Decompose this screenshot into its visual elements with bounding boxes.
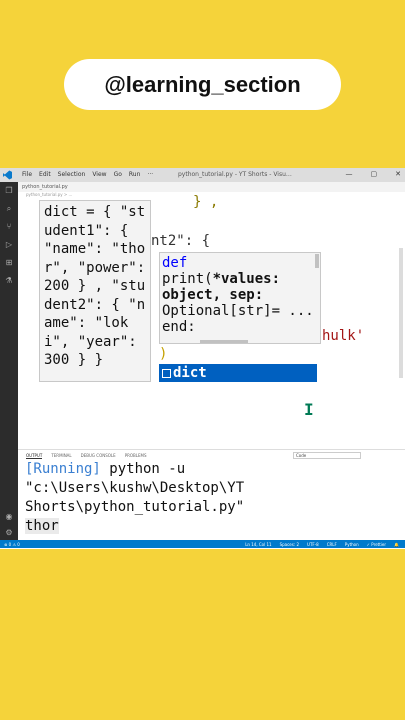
code-line: ) bbox=[159, 346, 168, 362]
menu-more[interactable]: ··· bbox=[147, 171, 153, 178]
tab-output[interactable]: OUTPUT bbox=[26, 453, 43, 459]
vscode-logo-icon bbox=[3, 170, 12, 180]
line-ending[interactable]: CRLF bbox=[327, 542, 337, 547]
hover-line: "name": "tho bbox=[44, 241, 146, 257]
hover-line: dict = { "st bbox=[44, 204, 146, 220]
output-panel: OUTPUT TERMINAL DEBUG CONSOLE PROBLEMS C… bbox=[18, 449, 405, 540]
menu-view[interactable]: View bbox=[92, 171, 106, 178]
editor-tabs: python_tutorial.py bbox=[18, 182, 405, 192]
signature-scrollbar[interactable] bbox=[315, 254, 319, 268]
extensions-icon[interactable]: ⊞ bbox=[4, 258, 14, 268]
hover-line: r", "power": bbox=[44, 259, 146, 276]
text-cursor-icon: I bbox=[304, 400, 314, 419]
maximize-icon[interactable]: ▢ bbox=[371, 170, 378, 178]
run-debug-icon[interactable]: ▷ bbox=[4, 240, 14, 250]
hover-tooltip: dict = { "st udent1": { "name": "tho r", "p… bbox=[39, 200, 151, 382]
signature-line: object, sep: bbox=[162, 287, 264, 303]
encoding[interactable]: UTF-8 bbox=[307, 542, 319, 547]
running-label: [Running] bbox=[25, 461, 101, 477]
title-bar: File Edit Selection View Go Run ··· pyth… bbox=[0, 168, 405, 182]
output-line: Shorts\python_tutorial.py" bbox=[25, 499, 245, 515]
editor-scrollbar[interactable] bbox=[399, 248, 403, 378]
code-line: nt2": { bbox=[151, 233, 211, 249]
hover-line: udent1": { bbox=[44, 222, 129, 239]
output-text: [Running] python -u "c:\Users\kushw\Deskt… bbox=[25, 460, 244, 536]
output-line: [Running] python -u bbox=[25, 460, 244, 479]
problems-count[interactable]: ⊗ 0 ⚠ 0 bbox=[4, 542, 20, 547]
signature-line: print(*values: bbox=[162, 271, 320, 287]
search-icon[interactable]: ⌕ bbox=[4, 204, 14, 214]
prettier-status[interactable]: ✓ Prettier bbox=[367, 542, 386, 547]
tab-terminal[interactable]: TERMINAL bbox=[51, 453, 71, 459]
tab-debug-console[interactable]: DEBUG CONSOLE bbox=[81, 453, 116, 459]
status-bar: ⊗ 0 ⚠ 0 Ln 14, Col 11 Spaces: 2 UTF-8 CR… bbox=[0, 540, 405, 548]
status-right: Ln 14, Col 11 Spaces: 2 UTF-8 CRLF Pytho… bbox=[245, 542, 399, 547]
program-output: thor bbox=[25, 518, 59, 534]
output-line: "c:\Users\kushw\Desktop\YT bbox=[25, 480, 245, 496]
signature-hscrollbar[interactable] bbox=[200, 340, 248, 343]
code-line: hulk' bbox=[322, 328, 365, 344]
close-icon[interactable]: ✕ bbox=[395, 170, 401, 178]
hover-line: ame": "lok bbox=[44, 315, 129, 331]
channel-handle-banner: @learning_section bbox=[64, 59, 341, 110]
testing-icon[interactable]: ⚗ bbox=[4, 276, 14, 286]
minimize-icon[interactable]: — bbox=[346, 170, 353, 178]
language-mode[interactable]: Python bbox=[345, 542, 359, 547]
explorer-icon[interactable]: ❐ bbox=[4, 186, 14, 196]
output-channel-select[interactable]: Code bbox=[293, 452, 361, 459]
menu-edit[interactable]: Edit bbox=[39, 171, 51, 178]
channel-handle: @learning_section bbox=[104, 71, 301, 97]
tab-python-tutorial[interactable]: python_tutorial.py bbox=[22, 184, 68, 190]
hover-line: dent2": { "n bbox=[44, 296, 146, 313]
hover-line: 200 } , "stu bbox=[44, 278, 146, 294]
account-icon[interactable]: ◉ bbox=[4, 512, 14, 522]
notifications-icon[interactable]: 🔔 bbox=[394, 542, 399, 547]
signature-func: print( bbox=[162, 271, 213, 287]
hover-line: 300 } } bbox=[44, 352, 104, 368]
menu-bar: File Edit Selection View Go Run ··· bbox=[22, 171, 153, 178]
menu-run[interactable]: Run bbox=[129, 171, 141, 178]
suggestion-item[interactable]: dict bbox=[159, 364, 317, 382]
hover-line: i", "year": bbox=[44, 333, 137, 350]
signature-keyword: def bbox=[162, 255, 188, 271]
command-text: python -u bbox=[100, 461, 186, 477]
signature-active-param: *values: bbox=[212, 271, 281, 287]
window-title: python_tutorial.py - YT Shorts - Visu… bbox=[178, 171, 292, 178]
breadcrumb: python_tutorial.py > ... bbox=[26, 192, 73, 197]
signature-line: Optional[str]= ... , bbox=[162, 303, 321, 319]
activity-bar: ❐ ⌕ ⑂ ▷ ⊞ ⚗ ◉ ⚙ bbox=[0, 182, 18, 542]
window-controls: — ▢ ✕ bbox=[346, 170, 402, 178]
tab-problems[interactable]: PROBLEMS bbox=[125, 453, 147, 459]
code-line: } , bbox=[193, 194, 219, 210]
variable-icon bbox=[162, 368, 171, 378]
signature-help: def print(*values: object, sep: Optional[st… bbox=[159, 252, 321, 344]
menu-selection[interactable]: Selection bbox=[58, 171, 86, 178]
panel-tabs: OUTPUT TERMINAL DEBUG CONSOLE PROBLEMS bbox=[26, 453, 147, 459]
menu-go[interactable]: Go bbox=[114, 171, 122, 178]
cursor-position[interactable]: Ln 14, Col 11 bbox=[245, 542, 271, 547]
source-control-icon[interactable]: ⑂ bbox=[4, 222, 14, 232]
suggestion-label: dict bbox=[173, 365, 207, 381]
signature-line: end: bbox=[162, 319, 196, 335]
settings-gear-icon[interactable]: ⚙ bbox=[4, 528, 14, 538]
menu-file[interactable]: File bbox=[22, 171, 32, 178]
indentation[interactable]: Spaces: 2 bbox=[280, 542, 299, 547]
